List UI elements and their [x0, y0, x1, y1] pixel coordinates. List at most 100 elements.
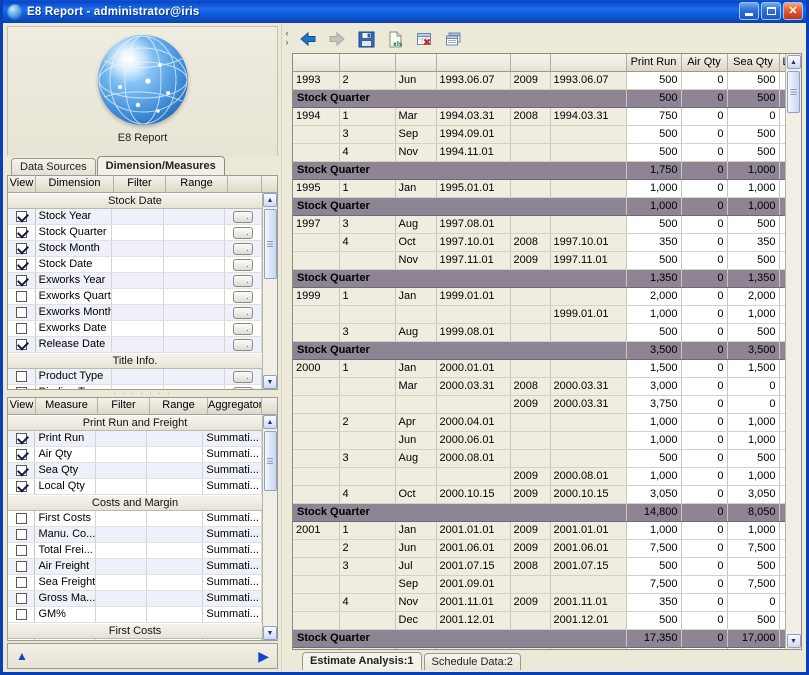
- ellipsis-button[interactable]: .: [232, 386, 253, 389]
- report-dimension-cell[interactable]: 4: [339, 233, 396, 252]
- report-dimension-cell[interactable]: Mar: [395, 377, 437, 396]
- report-dimension-cell[interactable]: [293, 377, 340, 396]
- report-dimension-cell[interactable]: 1997: [293, 215, 340, 234]
- report-dimension-cell[interactable]: 2000.08.01: [436, 449, 511, 468]
- row-name-cell[interactable]: Air Qty: [35, 447, 96, 462]
- row-aggregator-cell[interactable]: Summati...: [203, 447, 262, 462]
- report-measure-cell[interactable]: 1,000: [727, 413, 780, 432]
- report-measure-cell[interactable]: 0: [727, 107, 780, 126]
- report-measure-cell[interactable]: 500: [626, 449, 682, 468]
- grid-row[interactable]: Air Qty Summati...: [8, 447, 262, 463]
- report-measure-cell[interactable]: 500: [727, 647, 780, 649]
- tab-dimension-measures[interactable]: Dimension/Measures: [96, 156, 225, 175]
- report-data-row[interactable]: Jun2000.06.011,00001,0000: [293, 431, 785, 450]
- report-dimension-cell[interactable]: [293, 323, 340, 342]
- row-edit-cell[interactable]: .: [225, 305, 262, 320]
- row-name-cell[interactable]: Develope...: [35, 639, 96, 640]
- grid-row[interactable]: Local Qty Summati...: [8, 479, 262, 495]
- grid-row[interactable]: Binding Type.: [8, 385, 262, 389]
- report-dimension-cell[interactable]: 1999.01.01: [550, 305, 627, 324]
- report-measure-cell[interactable]: 500: [727, 557, 780, 576]
- row-range-cell[interactable]: [147, 559, 204, 574]
- report-dimension-cell[interactable]: 2000.04.01: [436, 413, 511, 432]
- row-view-checkbox[interactable]: [8, 289, 36, 304]
- row-name-cell[interactable]: Gross Ma...: [35, 591, 96, 606]
- report-dimension-cell[interactable]: Nov: [395, 143, 437, 162]
- checkbox-checked-icon[interactable]: [15, 449, 27, 460]
- grid-row[interactable]: GM% Summati...: [8, 607, 262, 623]
- report-measure-cell[interactable]: 500: [626, 647, 682, 649]
- report-dimension-cell[interactable]: Jan: [395, 647, 437, 649]
- report-dimension-cell[interactable]: [293, 467, 340, 486]
- report-measure-cell[interactable]: 0: [681, 575, 728, 594]
- report-subtotal-row[interactable]: Stock Quarter50005000: [293, 89, 785, 108]
- report-dimension-cell[interactable]: 2001.11.01: [436, 593, 511, 612]
- row-view-checkbox[interactable]: [8, 321, 36, 336]
- report-data-row[interactable]: 4Oct2000.10.1520092000.10.153,05003,0500: [293, 485, 785, 504]
- scroll-up-icon[interactable]: ▲: [786, 55, 801, 69]
- grid-row[interactable]: Release Date.: [8, 337, 262, 353]
- report-measure-cell[interactable]: 0: [681, 647, 728, 649]
- report-measure-cell[interactable]: 0: [779, 611, 785, 630]
- report-dimension-cell[interactable]: 2000.03.31: [550, 377, 627, 396]
- export-xls-icon[interactable]: xls: [385, 29, 405, 49]
- row-range-cell[interactable]: [147, 575, 204, 590]
- row-filter-cell[interactable]: [96, 543, 147, 558]
- row-view-checkbox[interactable]: [8, 431, 36, 446]
- report-dimension-cell[interactable]: 1995.01.01: [436, 179, 511, 198]
- report-dimension-cell[interactable]: [510, 575, 551, 594]
- report-dimension-cell[interactable]: [339, 395, 396, 414]
- report-measure-cell[interactable]: 500: [727, 611, 780, 630]
- ellipsis-button[interactable]: .: [232, 258, 253, 271]
- row-edit-cell[interactable]: .: [225, 273, 262, 288]
- col-range[interactable]: Range: [150, 398, 208, 414]
- grid-row[interactable]: Stock Date.: [8, 257, 262, 273]
- grid-row[interactable]: Print Run Summati...: [8, 431, 262, 447]
- close-sheet-icon[interactable]: [414, 29, 434, 49]
- checkbox-unchecked-icon[interactable]: [15, 323, 27, 334]
- report-dimension-cell[interactable]: 4: [339, 593, 396, 612]
- checkbox-unchecked-icon[interactable]: [15, 545, 27, 556]
- grid-row[interactable]: Stock Quarter.: [8, 225, 262, 241]
- report-dimension-cell[interactable]: [550, 125, 627, 144]
- row-range-cell[interactable]: [164, 257, 225, 272]
- report-dimension-cell[interactable]: 1997.11.01: [550, 251, 627, 270]
- scroll-thumb[interactable]: ☰: [263, 431, 277, 491]
- row-filter-cell[interactable]: [112, 289, 164, 304]
- report-dimension-cell[interactable]: 3: [339, 125, 396, 144]
- report-dimension-cell[interactable]: 2009: [510, 467, 551, 486]
- report-dimension-cell[interactable]: Jan: [395, 521, 437, 540]
- report-col-header[interactable]: Print Run: [626, 54, 682, 72]
- report-measure-cell[interactable]: 0: [779, 395, 785, 414]
- report-dimension-cell[interactable]: 2001.06.01: [436, 539, 511, 558]
- report-dimension-cell[interactable]: 2008: [510, 107, 551, 126]
- report-dimension-cell[interactable]: [510, 305, 551, 324]
- report-dimension-cell[interactable]: Jun: [395, 431, 437, 450]
- back-arrow-icon[interactable]: [298, 29, 318, 49]
- report-dimension-cell[interactable]: 2001.12.01: [550, 611, 627, 630]
- report-dimension-cell[interactable]: 2001.01.01: [550, 521, 627, 540]
- report-data-row[interactable]: 2Apr2000.04.011,00001,0000: [293, 413, 785, 432]
- report-dimension-cell[interactable]: 1994.11.01: [436, 143, 511, 162]
- report-measure-cell[interactable]: 0: [779, 449, 785, 468]
- minimize-button[interactable]: [739, 2, 759, 20]
- grid-row[interactable]: Gross Ma... Summati...: [8, 591, 262, 607]
- row-aggregator-cell[interactable]: Summati...: [203, 575, 262, 590]
- report-dimension-cell[interactable]: [550, 287, 627, 306]
- checkbox-checked-icon[interactable]: [15, 465, 27, 476]
- report-measure-cell[interactable]: 0: [779, 647, 785, 649]
- report-measure-cell[interactable]: 0: [779, 251, 785, 270]
- report-measure-cell[interactable]: 0: [727, 377, 780, 396]
- report-col-header-blank[interactable]: [510, 54, 551, 72]
- report-measure-cell[interactable]: 0: [681, 125, 728, 144]
- checkbox-unchecked-icon[interactable]: [15, 593, 27, 604]
- row-range-cell[interactable]: [164, 305, 225, 320]
- report-dimension-cell[interactable]: [293, 593, 340, 612]
- report-dimension-cell[interactable]: 1993: [293, 71, 340, 90]
- row-range-cell[interactable]: [147, 463, 204, 478]
- report-measure-cell[interactable]: 500: [626, 251, 682, 270]
- row-range-cell[interactable]: [147, 527, 204, 542]
- report-dimension-cell[interactable]: Sep: [395, 575, 437, 594]
- row-name-cell[interactable]: Binding Type: [36, 385, 113, 389]
- ellipsis-button[interactable]: .: [232, 290, 253, 303]
